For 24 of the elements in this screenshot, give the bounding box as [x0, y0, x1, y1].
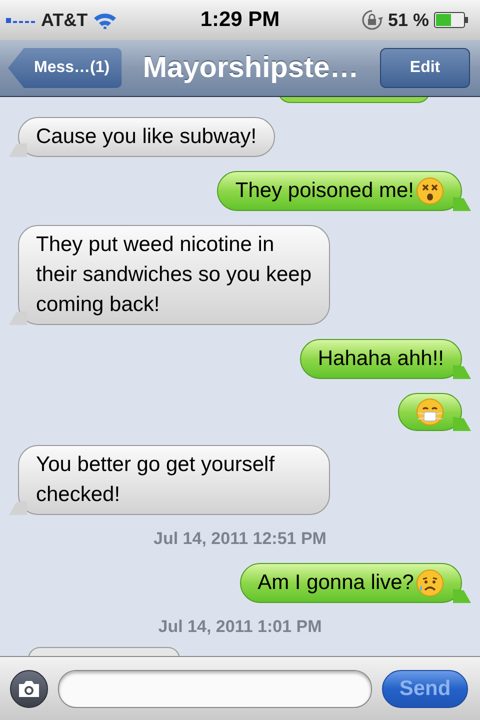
- mask-face-icon: [416, 398, 444, 426]
- message-text: They poisoned me!: [235, 178, 414, 204]
- message-timestamp: Jul 14, 2011 1:01 PM: [157, 617, 323, 637]
- back-button[interactable]: Mess…(1): [8, 48, 122, 88]
- message-input-field[interactable]: [58, 670, 372, 708]
- message-text: Cause you like subway!: [36, 124, 257, 150]
- message-text: They put weed nicotine in their sandwiches so you keep coming back!: [36, 232, 312, 318]
- sad-face-icon: [416, 569, 444, 597]
- carrier-name: AT&T: [41, 10, 88, 30]
- battery-icon: [434, 12, 468, 28]
- edit-button[interactable]: Edit: [380, 48, 470, 88]
- message-text: Am I gonna live?: [258, 570, 414, 596]
- message-text: Hahaha ahh!!: [318, 346, 444, 372]
- camera-button[interactable]: [10, 670, 48, 708]
- camera-icon: [17, 680, 41, 698]
- signal-icon: [6, 17, 36, 23]
- wifi-icon: [92, 11, 117, 29]
- battery-percent: 51 %: [388, 10, 429, 30]
- message-timestamp: Jul 14, 2011 12:51 PM: [152, 529, 328, 549]
- dizzy-face-icon: [416, 177, 444, 205]
- clock-time: 1:29 PM: [200, 8, 280, 32]
- message-text: You better go get yourself checked!: [36, 452, 276, 508]
- conversation-title: Mayorshipste…: [142, 52, 359, 84]
- rotation-lock-icon: [360, 9, 383, 31]
